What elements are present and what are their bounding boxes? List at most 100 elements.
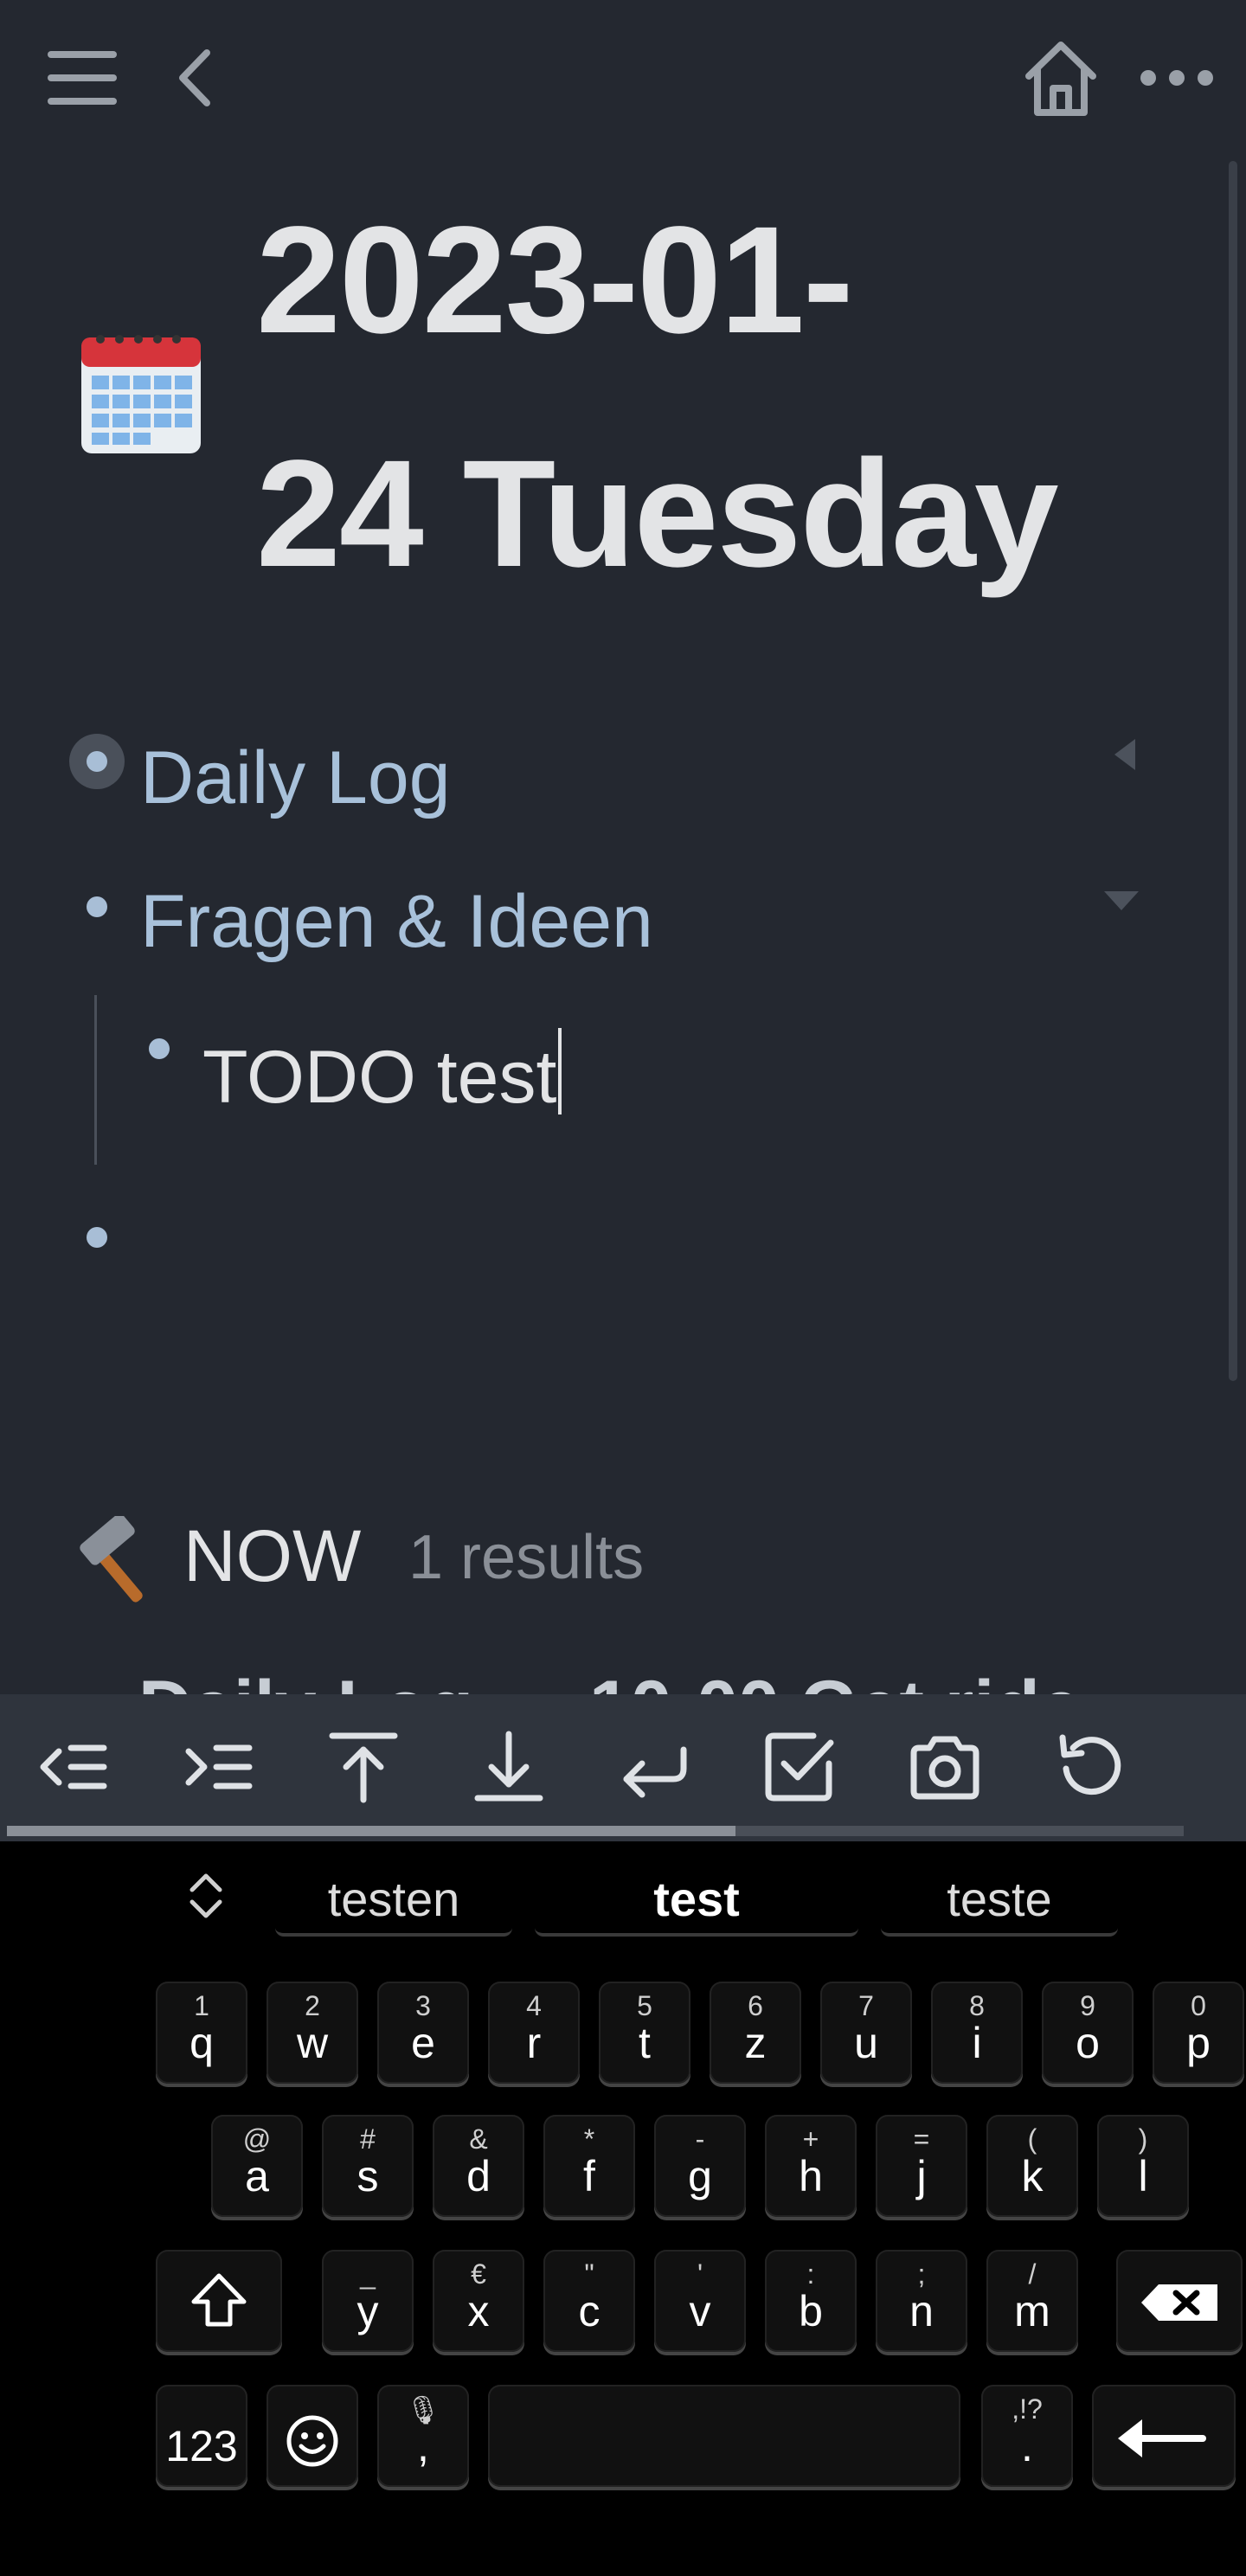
key-b[interactable]: :b [765, 2250, 857, 2352]
key-m[interactable]: / m [986, 2250, 1078, 2352]
text-caret [558, 1028, 562, 1115]
key-x[interactable]: € x [433, 2250, 524, 2352]
block-daily-log[interactable]: Daily Log [140, 741, 451, 815]
newline-icon [623, 1746, 687, 1798]
key-s[interactable]: # s [322, 2115, 414, 2217]
key-c[interactable]: " c [543, 2250, 635, 2352]
key-hint: 7 [858, 1990, 874, 2021]
enter-key[interactable] [1092, 2385, 1236, 2487]
shift-key[interactable] [156, 2250, 282, 2352]
key-label: j [916, 2152, 927, 2200]
emoji-key[interactable] [267, 2385, 358, 2487]
key-label: i [972, 2019, 982, 2067]
back-button[interactable] [170, 43, 222, 112]
backspace-key[interactable] [1116, 2250, 1243, 2352]
page-title-line-2[interactable]: 24 Tuesday [256, 438, 1059, 590]
key-t[interactable]: 5t [599, 1982, 690, 2084]
period-hint: ,!? [1012, 2393, 1043, 2425]
key-z[interactable]: 6z [710, 1982, 801, 2084]
key-e[interactable]: 3e [377, 1982, 469, 2084]
key-label: l [1138, 2152, 1148, 2200]
block-fragen-ideen[interactable]: Fragen & Ideen [140, 884, 653, 959]
comma-key[interactable]: 🎙 , [377, 2385, 469, 2487]
key-a[interactable]: @ a [211, 2115, 303, 2217]
page-scrollbar[interactable] [1229, 161, 1237, 1381]
microphone-icon: 🎙 [405, 2394, 441, 2425]
now-emoji [73, 1513, 163, 1606]
key-hint: ( [1027, 2123, 1037, 2155]
key-y[interactable]: _ y [322, 2250, 414, 2352]
key-hint: : [806, 2258, 815, 2290]
key-r[interactable]: 4r [488, 1982, 580, 2084]
key-hint: / [1028, 2258, 1037, 2290]
key-label: d [466, 2152, 491, 2200]
undo-button[interactable] [1054, 1731, 1127, 1803]
camera-button[interactable] [909, 1731, 981, 1803]
space-key[interactable] [488, 2385, 960, 2487]
key-p[interactable]: 0p [1153, 1982, 1244, 2084]
move-down-button[interactable] [472, 1731, 545, 1803]
key-d[interactable]: & d [433, 2115, 524, 2217]
numbers-key[interactable]: 123 [156, 2385, 247, 2487]
key-o[interactable]: 9o [1042, 1982, 1134, 2084]
backspace-icon [1141, 2284, 1217, 2321]
key-g[interactable]: -g [654, 2115, 746, 2217]
comma-label: , [417, 2422, 429, 2470]
key-hint: 4 [526, 1990, 542, 2021]
newline-button[interactable] [618, 1731, 690, 1803]
key-v[interactable]: ' v [654, 2250, 746, 2352]
suggestion-expand-button[interactable] [182, 1866, 230, 1926]
collapsed-bullet[interactable] [69, 734, 125, 789]
menu-button[interactable] [43, 43, 121, 112]
key-f[interactable]: * f [543, 2115, 635, 2217]
page-title-line-1[interactable]: 2023-01- [256, 204, 854, 357]
key-label: n [909, 2287, 934, 2335]
period-label: . [1021, 2422, 1033, 2470]
now-results-count: 1 results [408, 1523, 645, 1592]
indent-button[interactable] [182, 1731, 254, 1803]
expanded-arrow-icon[interactable] [1102, 890, 1140, 912]
key-hint: 5 [637, 1990, 652, 2021]
key-hint: € [471, 2258, 486, 2290]
suggestion-2[interactable]: test [535, 1864, 858, 1937]
key-hint: @ [242, 2123, 272, 2155]
collapsed-arrow-icon[interactable] [1113, 737, 1137, 772]
key-k[interactable]: (k [986, 2115, 1078, 2217]
key-i[interactable]: 8i [931, 1982, 1023, 2084]
todo-checkbox-button[interactable] [763, 1731, 836, 1803]
move-up-icon [329, 1732, 398, 1803]
key-hint: ' [697, 2258, 703, 2290]
key-label: f [583, 2152, 595, 2200]
calendar-icon [81, 335, 201, 453]
indent-icon [185, 1744, 253, 1789]
shift-icon [191, 2273, 247, 2327]
period-key[interactable]: ,!? . [981, 2385, 1073, 2487]
key-q[interactable]: 1q [156, 1982, 247, 2084]
bullet-fragen[interactable] [87, 896, 107, 917]
camera-icon [910, 1736, 979, 1800]
move-up-button[interactable] [327, 1731, 400, 1803]
key-label: h [799, 2152, 823, 2200]
key-w[interactable]: 2w [267, 1982, 358, 2084]
key-n[interactable]: ; n [876, 2250, 967, 2352]
block-todo-editing[interactable]: TODO test [202, 1028, 562, 1115]
home-button[interactable] [1018, 35, 1104, 121]
now-section-title[interactable]: NOW [183, 1519, 361, 1592]
todo-text: TODO test [202, 1036, 557, 1119]
bullet-empty[interactable] [87, 1227, 107, 1248]
key-u[interactable]: 7u [820, 1982, 912, 2084]
key-label: w [296, 2019, 329, 2067]
home-icon [1025, 42, 1096, 116]
more-button[interactable] [1134, 52, 1220, 104]
key-j[interactable]: = j [876, 2115, 967, 2217]
key-l[interactable]: ) l [1097, 2115, 1189, 2217]
page-emoji [76, 329, 206, 459]
bullet-todo[interactable] [149, 1038, 170, 1059]
key-label: o [1076, 2019, 1100, 2067]
toolbar-scroll-thumb[interactable] [7, 1826, 735, 1836]
key-label: r [526, 2019, 542, 2067]
key-h[interactable]: + h [765, 2115, 857, 2217]
suggestion-3[interactable]: teste [881, 1864, 1118, 1937]
suggestion-1[interactable]: testen [275, 1864, 512, 1937]
outdent-button[interactable] [36, 1731, 109, 1803]
